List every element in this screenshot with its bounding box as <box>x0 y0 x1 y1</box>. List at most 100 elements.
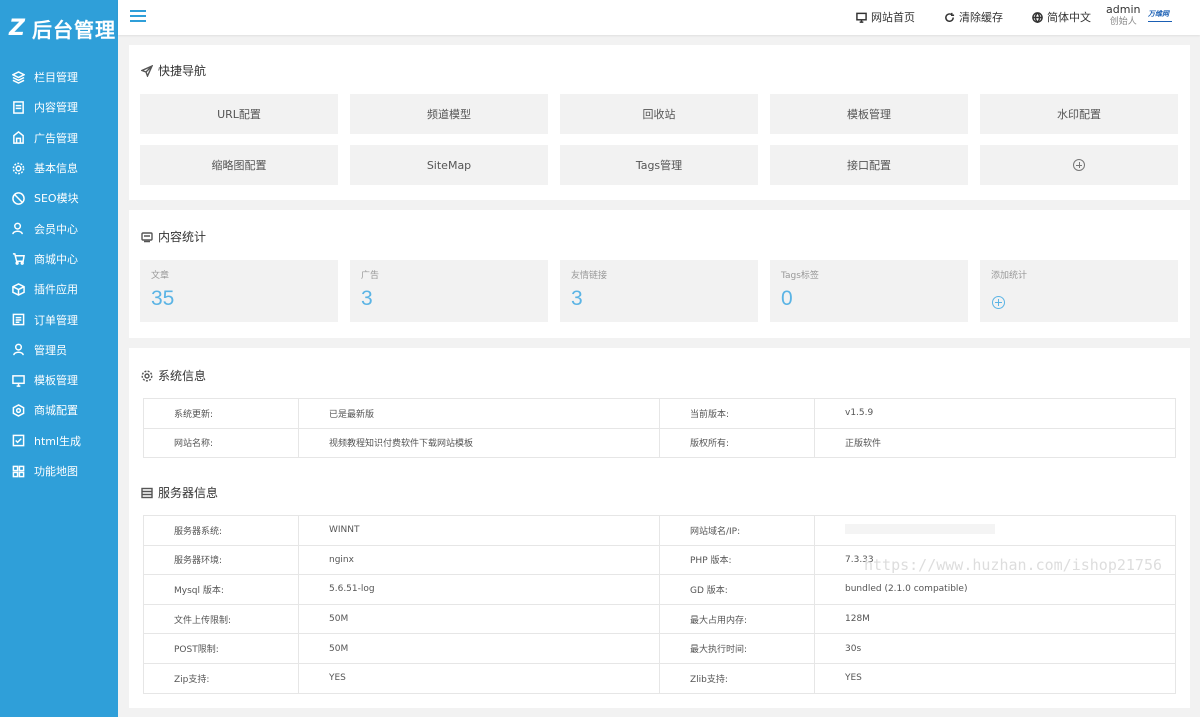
add-stat-icon[interactable] <box>992 296 1005 309</box>
nav-button-channel-model[interactable]: 频道模型 <box>350 94 548 134</box>
table-cell: 系统更新: <box>143 398 299 429</box>
stats-title: 内容统计 <box>141 228 206 245</box>
stat-card-articles[interactable]: 文章 35 <box>140 260 338 322</box>
clear-cache-link[interactable]: 清除缓存 <box>944 9 1003 25</box>
plus-circle-icon <box>1073 159 1085 171</box>
table-cell: 最大占用内存: <box>659 603 815 635</box>
sidebar-item-column[interactable]: 栏目管理 <box>0 62 118 92</box>
nav-button-tags-manage[interactable]: Tags管理 <box>560 145 758 185</box>
gear-icon <box>141 369 153 382</box>
chat-icon <box>141 231 153 242</box>
table-cell: 正版软件 <box>814 427 1176 459</box>
table-row: 文件上传限制: 50M 最大占用内存: 128M <box>143 603 1176 635</box>
sidebar: Z 后台管理 栏目管理 内容管理 广告管理 基本信息 SEO模块 会员中心 商城… <box>0 0 118 717</box>
logo[interactable]: Z 后台管理 <box>0 0 118 56</box>
system-info-panel: 系统信息 系统更新: 已是最新版 当前版本: v1.5.9 网站名称: 视频教程… <box>129 348 1190 708</box>
stat-label: 友情链接 <box>571 271 608 281</box>
table-cell: Mysql 版本: <box>143 574 299 605</box>
table-row: 系统更新: 已是最新版 当前版本: v1.5.9 <box>143 398 1176 429</box>
sidebar-item-mall-config[interactable]: 商城配置 <box>0 395 118 425</box>
nav-button-recycle-bin[interactable]: 回收站 <box>560 94 758 134</box>
stat-value: 3 <box>361 287 373 310</box>
table-row: 网站名称: 视频教程知识付费软件下载网站模板 版权所有: 正版软件 <box>143 427 1176 459</box>
table-cell: 30s <box>814 633 1176 664</box>
table-cell: 视频教程知识付费软件下载网站模板 <box>298 427 660 459</box>
table-cell: bundled (2.1.0 compatible) <box>814 574 1176 605</box>
sidebar-item-ads[interactable]: 广告管理 <box>0 123 118 153</box>
sidebar-item-label: 会员中心 <box>34 222 78 236</box>
avatar[interactable]: 万维网 <box>1148 8 1172 22</box>
top-header: 网站首页 清除缓存 简体中文 admin 创始人 万维网 <box>118 0 1200 35</box>
table-cell: YES <box>814 662 1176 694</box>
sidebar-item-templates[interactable]: 模板管理 <box>0 365 118 395</box>
stat-value: 3 <box>571 287 583 310</box>
stat-card-ads[interactable]: 广告 3 <box>350 260 548 322</box>
user-menu[interactable]: admin 创始人 <box>1106 4 1140 28</box>
sidebar-item-seo[interactable]: SEO模块 <box>0 183 118 213</box>
sidebar-item-basic-info[interactable]: 基本信息 <box>0 153 118 183</box>
stat-card-tags[interactable]: Tags标签 0 <box>770 260 968 322</box>
sidebar-item-label: 模板管理 <box>34 374 78 388</box>
nav-button-thumbnail-config[interactable]: 缩略图配置 <box>140 145 338 185</box>
admin-icon <box>12 343 25 356</box>
table-cell <box>814 515 1176 546</box>
language-selector[interactable]: 简体中文 <box>1032 9 1091 25</box>
table-cell: YES <box>298 662 660 694</box>
box-icon <box>12 282 25 296</box>
system-info-title: 系统信息 <box>141 367 206 384</box>
sidebar-item-members[interactable]: 会员中心 <box>0 213 118 243</box>
nav-button-api-config[interactable]: 接口配置 <box>770 145 968 185</box>
sidebar-item-admins[interactable]: 管理员 <box>0 335 118 365</box>
user-role: 创始人 <box>1109 17 1137 27</box>
check-square-icon <box>12 434 25 447</box>
nav-button-sitemap[interactable]: SiteMap <box>350 145 548 185</box>
stat-value: 35 <box>151 287 175 310</box>
table-row: Mysql 版本: 5.6.51-log GD 版本: bundled (2.1… <box>143 574 1176 605</box>
sidebar-item-content[interactable]: 内容管理 <box>0 92 118 122</box>
table-cell: Zlib支持: <box>659 662 815 694</box>
nav-button-template-manage[interactable]: 模板管理 <box>770 94 968 134</box>
language-label: 简体中文 <box>1047 11 1091 24</box>
sidebar-item-html-generate[interactable]: html生成 <box>0 426 118 456</box>
table-cell: 已是最新版 <box>298 398 660 429</box>
table-cell: PHP 版本: <box>659 544 815 576</box>
globe-icon <box>1032 11 1043 23</box>
cart-icon <box>12 252 25 266</box>
monitor-icon <box>856 12 867 23</box>
sidebar-item-label: 商城配置 <box>34 404 78 418</box>
user-icon <box>12 222 25 235</box>
table-cell: 网站域名/IP: <box>659 515 815 546</box>
sidebar-item-label: 商城中心 <box>34 252 78 266</box>
table-cell: v1.5.9 <box>814 398 1176 429</box>
sidebar-item-mall[interactable]: 商城中心 <box>0 244 118 274</box>
table-cell: 128M <box>814 603 1176 635</box>
site-home-link[interactable]: 网站首页 <box>856 9 915 25</box>
clear-cache-label: 清除缓存 <box>959 11 1003 24</box>
sidebar-item-orders[interactable]: 订单管理 <box>0 304 118 334</box>
logo-text: 后台管理 <box>32 17 116 42</box>
sidebar-item-plugins[interactable]: 插件应用 <box>0 274 118 304</box>
sidebar-item-label: 管理员 <box>34 343 67 357</box>
nav-button-watermark-config[interactable]: 水印配置 <box>980 94 1178 134</box>
stat-label: Tags标签 <box>781 271 819 281</box>
stat-card-add[interactable]: 添加统计 <box>980 260 1178 322</box>
server-info-title: 服务器信息 <box>141 484 218 501</box>
quick-nav-title: 快捷导航 <box>141 62 206 79</box>
refresh-icon <box>945 12 955 22</box>
grid-icon <box>12 465 25 478</box>
sidebar-menu: 栏目管理 内容管理 广告管理 基本信息 SEO模块 会员中心 商城中心 插件应用… <box>0 62 118 486</box>
sidebar-item-function-map[interactable]: 功能地图 <box>0 456 118 486</box>
stat-label: 文章 <box>151 271 170 281</box>
user-name: admin <box>1106 3 1141 16</box>
table-cell: 版权所有: <box>659 427 815 459</box>
layers-icon <box>12 70 25 84</box>
order-icon <box>12 313 25 326</box>
menu-toggle-icon[interactable] <box>130 10 146 24</box>
nav-button-add[interactable] <box>980 145 1178 185</box>
monitor-icon <box>12 374 25 387</box>
stat-card-links[interactable]: 友情链接 3 <box>560 260 758 322</box>
table-cell: 50M <box>298 603 660 635</box>
server-info-title-text: 服务器信息 <box>158 486 219 500</box>
sidebar-item-label: 插件应用 <box>34 283 78 297</box>
nav-button-url-config[interactable]: URL配置 <box>140 94 338 134</box>
